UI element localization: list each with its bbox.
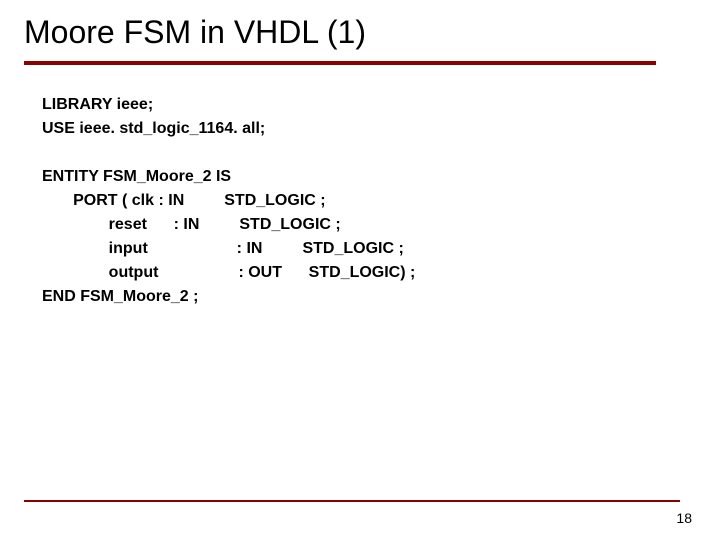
code-line: reset : IN STD_LOGIC ; <box>42 216 341 233</box>
code-line: USE ieee. std_logic_1164. all; <box>42 120 265 137</box>
title-underline <box>24 61 656 65</box>
code-line: END FSM_Moore_2 ; <box>42 288 198 305</box>
slide-title: Moore FSM in VHDL (1) <box>24 14 696 51</box>
page-number: 18 <box>676 510 692 526</box>
footer-line <box>24 500 680 502</box>
code-line: input : IN STD_LOGIC ; <box>42 240 404 257</box>
code-line: output : OUT STD_LOGIC) ; <box>42 264 415 281</box>
code-line: PORT ( clk : IN STD_LOGIC ; <box>42 192 326 209</box>
slide: Moore FSM in VHDL (1) LIBRARY ieee; USE … <box>0 0 720 540</box>
code-block: LIBRARY ieee; USE ieee. std_logic_1164. … <box>24 93 696 309</box>
code-line: LIBRARY ieee; <box>42 96 153 113</box>
code-line: ENTITY FSM_Moore_2 IS <box>42 168 231 185</box>
